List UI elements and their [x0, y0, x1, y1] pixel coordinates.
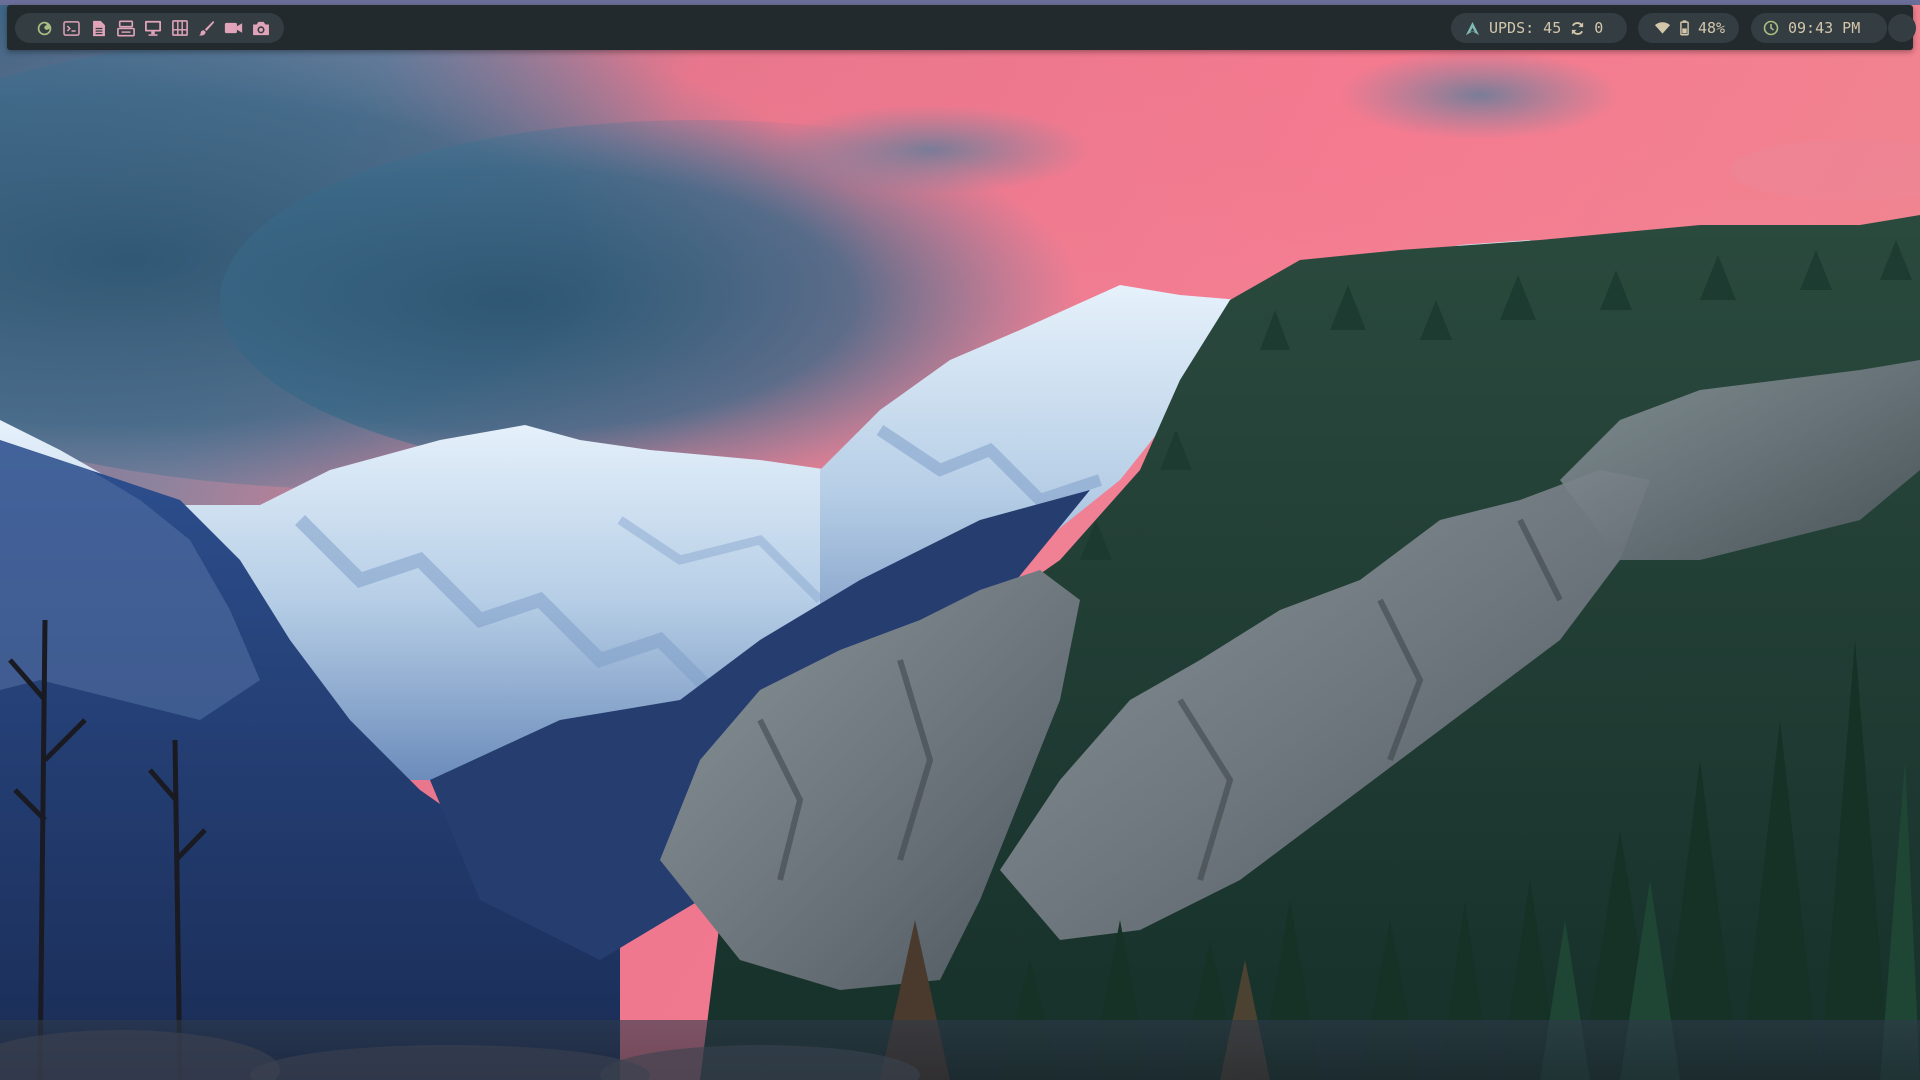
clock-icon [1763, 20, 1779, 36]
network-battery-module[interactable]: 48% [1638, 13, 1739, 43]
top-bar: UPDS: 45 0 48% 09:43 PM [7, 5, 1916, 50]
pending-count: 0 [1594, 19, 1604, 37]
refresh-icon [1570, 21, 1585, 36]
battery-percent: 48% [1698, 19, 1726, 37]
clock-time: 09:43 PM [1788, 19, 1861, 37]
updates-module[interactable]: UPDS: 45 0 [1451, 13, 1627, 43]
terminal-icon[interactable] [58, 13, 85, 43]
updates-label: UPDS: 45 [1489, 19, 1562, 37]
clock-module[interactable]: 09:43 PM [1751, 13, 1887, 43]
calculator-icon[interactable] [166, 13, 193, 43]
power-button[interactable] [1888, 14, 1916, 42]
app-launcher [15, 13, 284, 43]
paint-brush-icon[interactable] [193, 13, 220, 43]
desktop: UPDS: 45 0 48% 09:43 PM [0, 0, 1920, 1080]
firefox-icon[interactable] [31, 13, 58, 43]
arch-icon [1465, 21, 1480, 36]
display-icon[interactable] [139, 13, 166, 43]
text-editor-icon[interactable] [85, 13, 112, 43]
camera-icon[interactable] [247, 13, 274, 43]
files-icon[interactable] [112, 13, 139, 43]
wifi-icon [1654, 21, 1671, 35]
video-camera-icon[interactable] [220, 13, 247, 43]
battery-icon [1680, 20, 1689, 36]
wallpaper [0, 0, 1920, 1080]
